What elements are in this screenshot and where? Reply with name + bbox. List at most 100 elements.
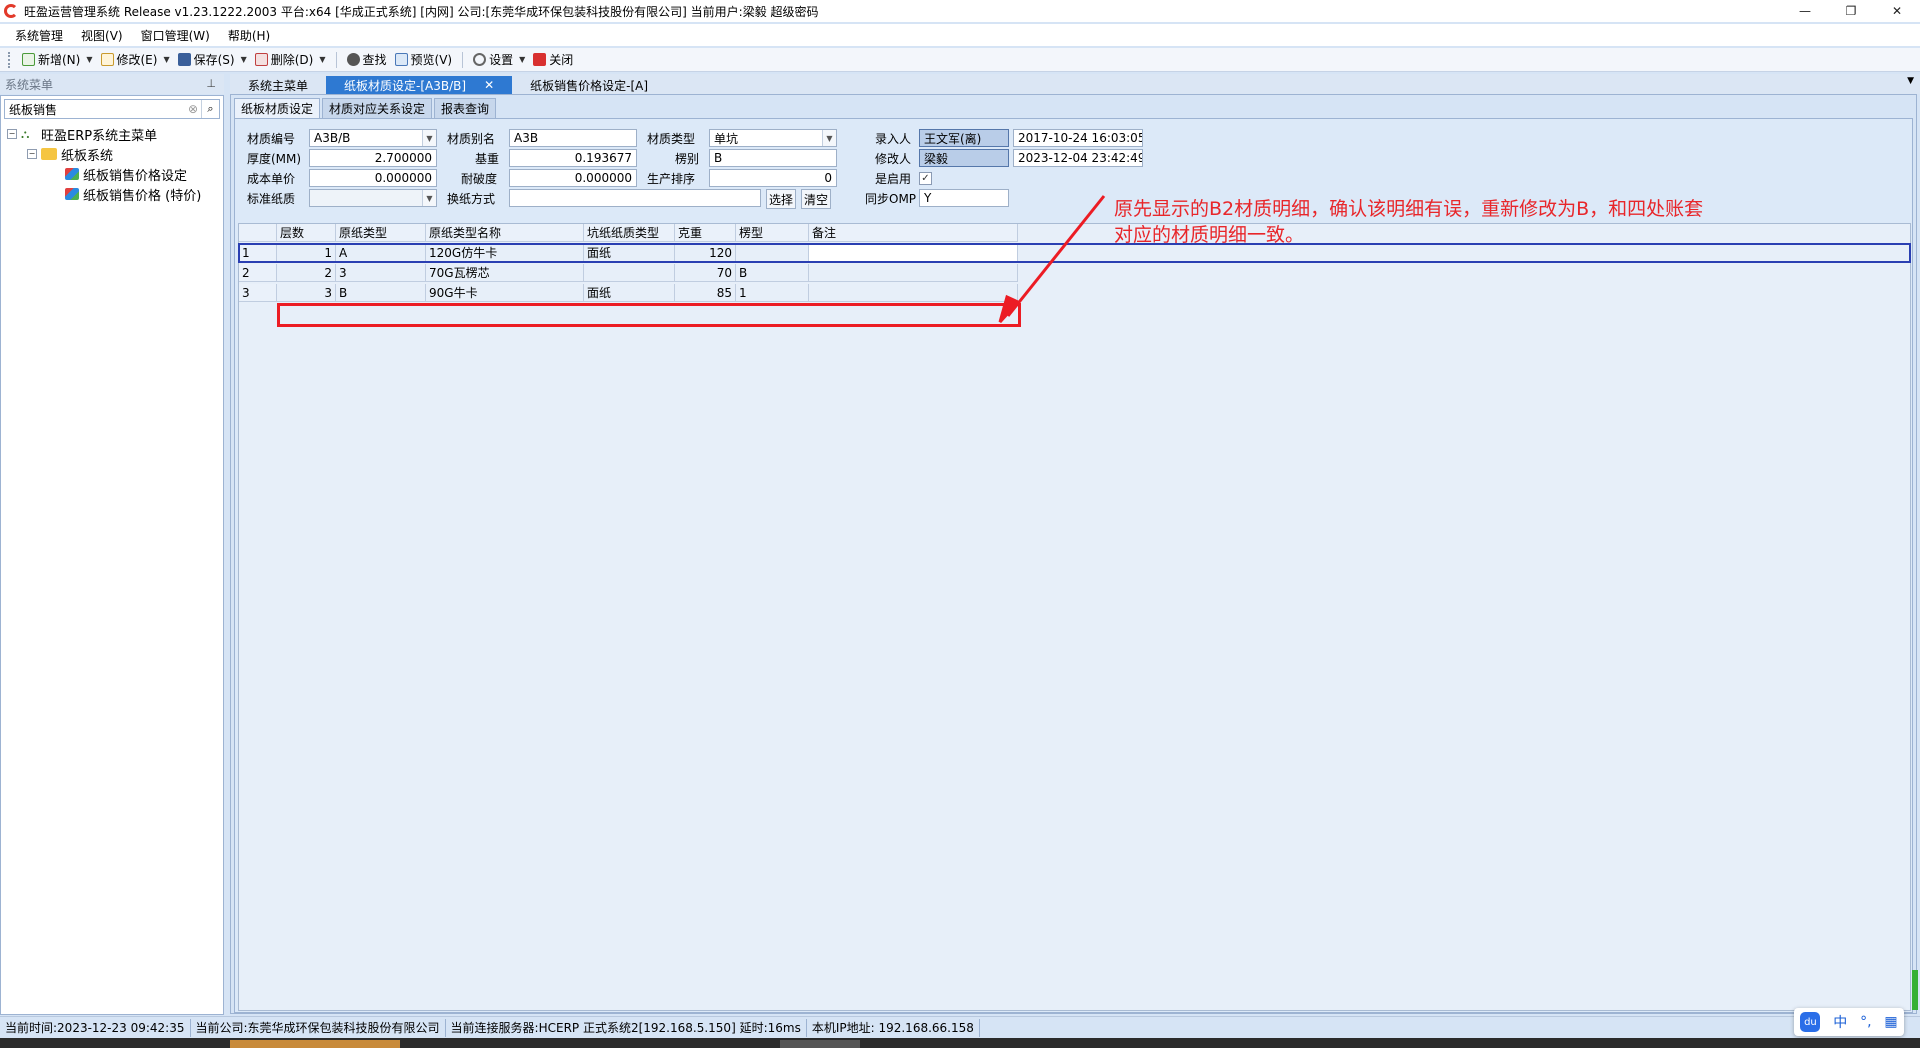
settings-button[interactable]: 设置 ▼	[469, 50, 529, 70]
save-button[interactable]: 保存(S) ▼	[174, 50, 251, 70]
new-button[interactable]: 新增(N) ▼	[18, 50, 97, 70]
baidu-ime-icon[interactable]: du	[1800, 1012, 1821, 1032]
close-window-button[interactable]: ✕	[1874, 0, 1920, 22]
edit-dropdown-icon[interactable]: ▼	[163, 55, 169, 64]
subtab-mapping[interactable]: 材质对应关系设定	[322, 98, 433, 118]
cell-layer[interactable]: 2	[277, 264, 336, 282]
cell-weight[interactable]: 120	[675, 244, 736, 262]
row-number[interactable]: 3	[239, 284, 277, 302]
delete-dropdown-icon[interactable]: ▼	[319, 55, 325, 64]
subtab-material[interactable]: 纸板材质设定	[234, 98, 321, 118]
ime-toolbar[interactable]: du 中 °, ▦	[1794, 1008, 1904, 1036]
cell-paper-name[interactable]: 90G牛卡	[426, 284, 584, 302]
cell-note[interactable]	[809, 284, 1018, 302]
cell-paper-kind[interactable]: 面纸	[584, 284, 675, 302]
clear-search-icon[interactable]: ⊗	[185, 102, 201, 116]
clear-button[interactable]: 清空	[801, 189, 831, 209]
preview-button[interactable]: 预览(V)	[391, 50, 457, 70]
cell-paper-name[interactable]: 70G瓦楞芯	[426, 264, 584, 282]
cell-flute[interactable]: 1	[736, 284, 809, 302]
column-header[interactable]: 层数	[277, 224, 336, 242]
cell-paper-type[interactable]: 3	[336, 264, 426, 282]
new-dropdown-icon[interactable]: ▼	[86, 55, 92, 64]
tree-leaf-price-setting[interactable]: 纸板销售价格设定	[7, 164, 201, 184]
column-header[interactable]: 坑纸纸质类型	[584, 224, 675, 242]
find-button[interactable]: 查找	[343, 50, 391, 70]
type-select[interactable]: 单坑 ▼	[709, 129, 837, 147]
table-row[interactable]: 3 3 B 90G牛卡 面纸 85 1	[239, 284, 1018, 302]
enabled-checkbox[interactable]: ✓	[919, 172, 932, 185]
cell-paper-kind[interactable]	[584, 264, 675, 282]
collapse-icon[interactable]: −	[7, 129, 17, 139]
chevron-down-icon[interactable]: ▼	[422, 130, 436, 146]
chevron-down-icon[interactable]: ▼	[422, 190, 436, 206]
save-dropdown-icon[interactable]: ▼	[241, 55, 247, 64]
cell-paper-name[interactable]: 120G仿牛卡	[426, 244, 584, 262]
basis-field[interactable]: 0.193677	[509, 149, 637, 167]
sync-field[interactable]: Y	[919, 189, 1009, 207]
cell-layer[interactable]: 1	[277, 244, 336, 262]
collapse-icon[interactable]: −	[27, 149, 37, 159]
tab-material-setting[interactable]: 纸板材质设定-[A3B/B] ✕	[326, 76, 513, 94]
tab-price-setting[interactable]: 纸板销售价格设定-[A]	[512, 76, 666, 94]
pin-icon[interactable]: ⊥	[206, 77, 216, 90]
ime-lang-toggle[interactable]: 中	[1833, 1012, 1847, 1032]
toolbar-separator	[462, 51, 464, 68]
cell-weight[interactable]: 85	[675, 284, 736, 302]
column-header[interactable]: 楞型	[736, 224, 809, 242]
settings-dropdown-icon[interactable]: ▼	[519, 55, 525, 64]
select-button[interactable]: 选择	[766, 189, 796, 209]
column-header[interactable]: 原纸类型名称	[426, 224, 584, 242]
tree-folder[interactable]: − 纸板系统	[7, 144, 201, 164]
cell-paper-kind[interactable]: 面纸	[584, 244, 675, 262]
close-tab-icon[interactable]: ✕	[484, 78, 494, 92]
delete-button[interactable]: 删除(D) ▼	[251, 50, 330, 70]
cell-flute[interactable]	[736, 244, 809, 262]
column-header[interactable]: 克重	[675, 224, 736, 242]
sidebar-title: 系统菜单	[5, 77, 54, 92]
menu-help[interactable]: 帮助(H)	[219, 27, 279, 44]
order-field[interactable]: 0	[709, 169, 837, 187]
tab-main-menu[interactable]: 系统主菜单	[230, 76, 326, 94]
minimize-button[interactable]: —	[1782, 0, 1828, 22]
menu-window[interactable]: 窗口管理(W)	[132, 27, 219, 44]
thickness-field[interactable]: 2.700000	[309, 149, 437, 167]
ime-punct-toggle[interactable]: °,	[1860, 1014, 1871, 1030]
cell-note[interactable]	[809, 244, 1018, 262]
edit-button[interactable]: 修改(E) ▼	[97, 50, 174, 70]
table-row[interactable]: 2 2 3 70G瓦楞芯 70 B	[239, 264, 1018, 282]
cell-paper-type[interactable]: A	[336, 244, 426, 262]
row-number[interactable]: 2	[239, 264, 277, 282]
cell-flute[interactable]: B	[736, 264, 809, 282]
flute-field[interactable]: B	[709, 149, 837, 167]
row-number[interactable]: 1	[239, 244, 277, 262]
creator-label: 录入人	[875, 132, 912, 146]
cell-paper-type[interactable]: B	[336, 284, 426, 302]
tree-root[interactable]: − ⛬ 旺盈ERP系统主菜单	[7, 124, 201, 144]
search-icon[interactable]: ⌕	[201, 100, 219, 118]
ime-grid-icon[interactable]: ▦	[1884, 1014, 1897, 1030]
cell-weight[interactable]: 70	[675, 264, 736, 282]
tree-folder-label: 纸板系统	[61, 148, 114, 164]
menu-system[interactable]: 系统管理	[6, 27, 72, 44]
close-button[interactable]: 关闭	[529, 50, 577, 70]
tree-leaf-special-price[interactable]: 纸板销售价格 (特价)	[7, 184, 201, 204]
column-header[interactable]: 原纸类型	[336, 224, 426, 242]
alias-field[interactable]: A3B	[509, 129, 637, 147]
subtab-report[interactable]: 报表查询	[434, 98, 497, 118]
folder-icon	[41, 148, 57, 160]
burst-field[interactable]: 0.000000	[509, 169, 637, 187]
code-select[interactable]: A3B/B ▼	[309, 129, 437, 147]
cost-field[interactable]: 0.000000	[309, 169, 437, 187]
column-header[interactable]: 备注	[809, 224, 1018, 242]
change-field[interactable]	[509, 189, 761, 207]
cell-layer[interactable]: 3	[277, 284, 336, 302]
menu-search-input[interactable]: 纸板销售 ⊗ ⌕	[4, 99, 220, 119]
tab-list-chevron-down-icon[interactable]: ▼	[1907, 76, 1914, 86]
modified-at-field: 2023-12-04 23:42:49	[1013, 149, 1143, 167]
restore-button[interactable]: ❐	[1828, 0, 1874, 22]
cell-note[interactable]	[809, 264, 1018, 282]
std-paper-select[interactable]: ▼	[309, 189, 437, 207]
menu-view[interactable]: 视图(V)	[72, 27, 132, 44]
chevron-down-icon[interactable]: ▼	[822, 130, 836, 146]
